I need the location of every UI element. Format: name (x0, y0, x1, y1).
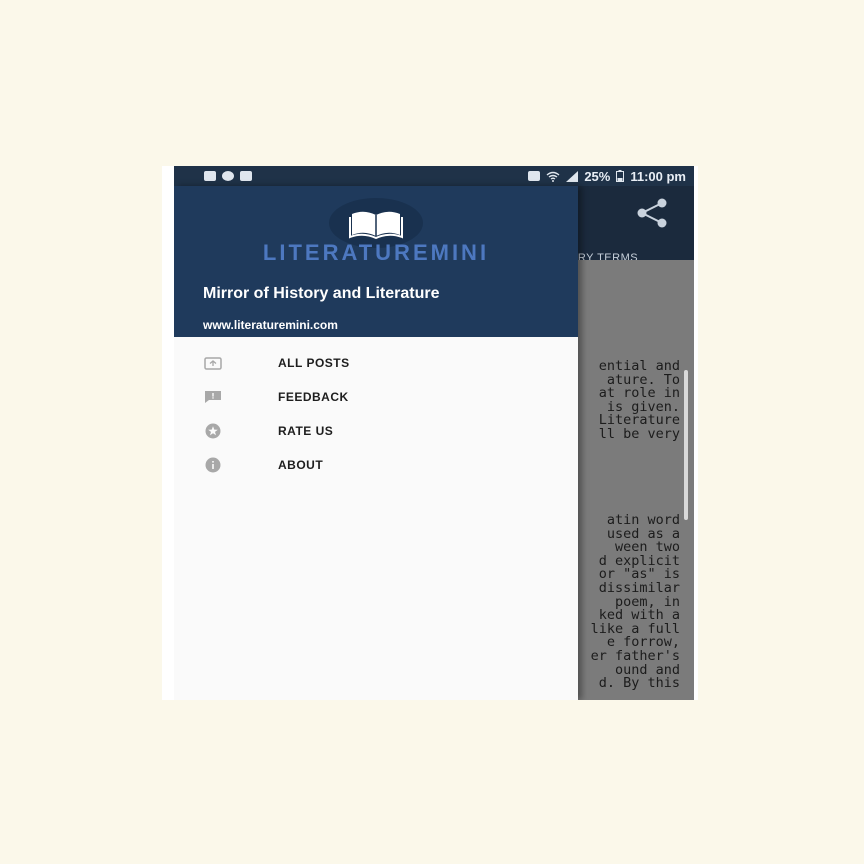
phone-frame: 25% 11:00 pm ARY TERMS ential and ature. … (162, 166, 698, 700)
drawer-menu: ALL POSTS FEEDBACK RATE US ABOUT (174, 346, 578, 482)
wifi-icon (546, 171, 560, 182)
star-icon (200, 422, 226, 440)
info-icon (200, 456, 226, 474)
menu-item-about[interactable]: ABOUT (174, 448, 578, 482)
menu-item-feedback[interactable]: FEEDBACK (174, 380, 578, 414)
image-icon (240, 171, 252, 181)
share-icon[interactable] (632, 194, 672, 234)
logo-wordmark: LITERATUREMINI (262, 240, 490, 265)
menu-label: RATE US (278, 424, 334, 438)
posts-icon (200, 354, 226, 372)
drawer-header: LITERATUREMINI Mirror of History and Lit… (174, 186, 578, 337)
clock: 11:00 pm (630, 168, 686, 184)
status-bar: 25% 11:00 pm (174, 166, 694, 186)
drawer-title: Mirror of History and Literature (203, 285, 440, 302)
battery-percent: 25% (584, 168, 611, 184)
menu-label: FEEDBACK (278, 390, 349, 404)
menu-label: ALL POSTS (278, 356, 350, 370)
navigation-drawer: LITERATUREMINI Mirror of History and Lit… (174, 186, 578, 700)
scrollbar[interactable] (684, 370, 688, 520)
menu-item-rate-us[interactable]: RATE US (174, 414, 578, 448)
phone-screen: 25% 11:00 pm ARY TERMS ential and ature. … (174, 166, 694, 700)
feedback-icon (200, 388, 226, 406)
drawer-url: www.literaturemini.com (203, 318, 338, 332)
signal-icon (566, 170, 579, 182)
battery-icon (616, 170, 625, 182)
alarm-icon (528, 171, 541, 181)
messenger-icon (222, 171, 234, 181)
menu-item-all-posts[interactable]: ALL POSTS (174, 346, 578, 380)
menu-label: ABOUT (278, 458, 324, 472)
notification-icon (204, 171, 216, 181)
